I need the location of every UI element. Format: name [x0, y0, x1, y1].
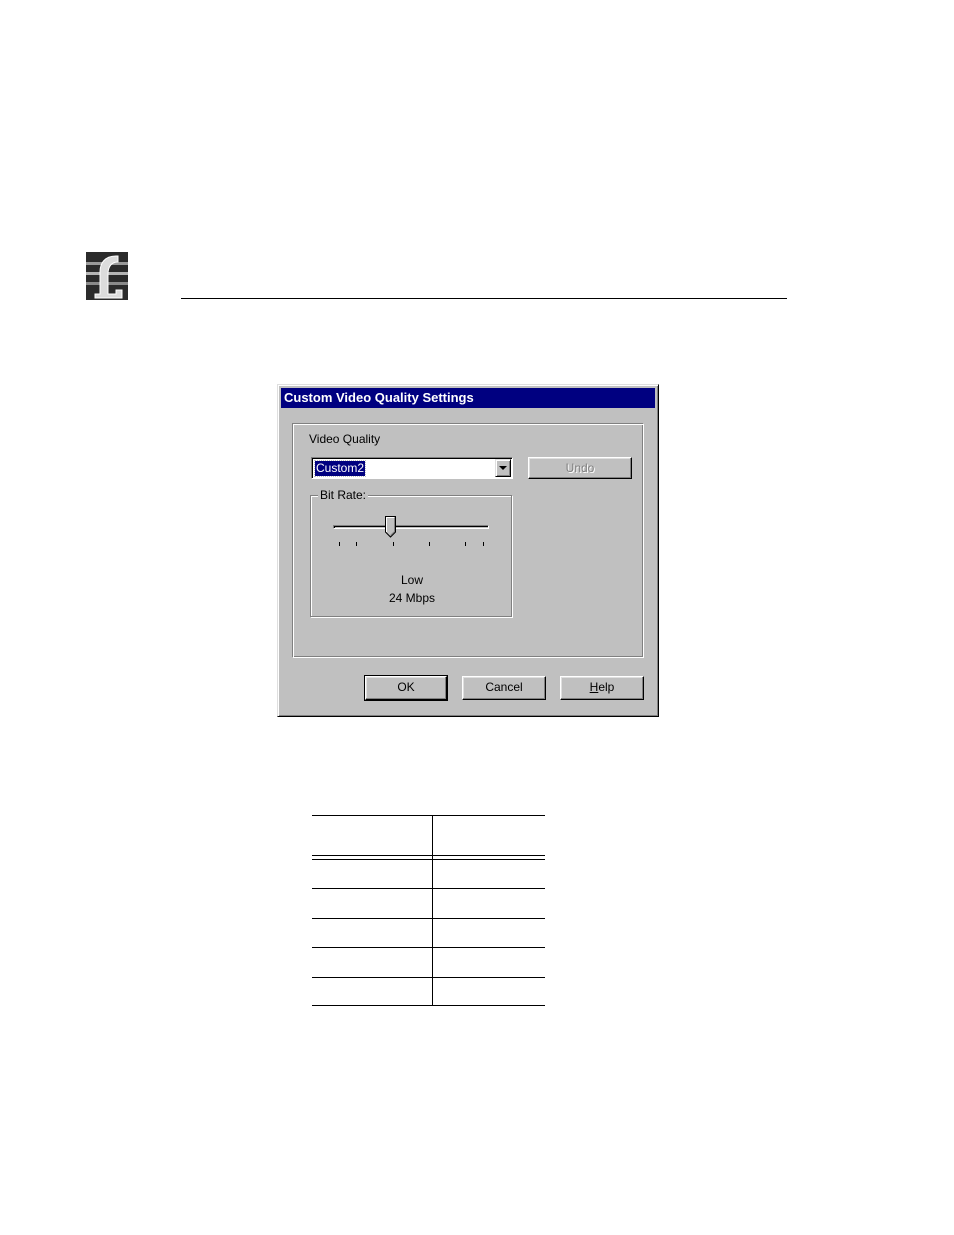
table-row-rule [312, 947, 545, 948]
bit-rate-slider-track[interactable] [333, 525, 489, 529]
help-label-rest: elp [598, 680, 615, 694]
ok-button[interactable]: OK [364, 675, 448, 701]
table-header-rule [312, 855, 545, 856]
table-bottom-rule [312, 1005, 545, 1006]
video-quality-selected-value: Custom2 [313, 460, 367, 477]
bit-rate-slider-thumb[interactable] [385, 516, 397, 538]
dialog-title: Custom Video Quality Settings [281, 388, 655, 408]
bit-rate-group: Bit Rate: Low 24 Mbps [310, 488, 512, 617]
bit-rate-value-text: 24 Mbps [388, 591, 436, 605]
table-column-divider [432, 815, 433, 1006]
bit-rate-label: Bit Rate: [318, 488, 369, 502]
undo-button[interactable]: Undo [528, 457, 632, 479]
cancel-button[interactable]: Cancel [462, 676, 546, 700]
slider-tick [465, 542, 466, 546]
custom-video-quality-dialog: Custom Video Quality Settings Video Qual… [277, 384, 659, 717]
table-row-rule [312, 918, 545, 919]
slider-tick [483, 542, 484, 546]
table-row-rule [312, 888, 545, 889]
table-top-rule [312, 815, 545, 816]
ruled-table [312, 815, 545, 1007]
slider-tick [339, 542, 340, 546]
video-quality-dropdown[interactable]: Custom2 [311, 457, 513, 479]
table-row-rule [312, 977, 545, 978]
help-button[interactable]: Help [560, 676, 644, 700]
table-header-rule [312, 859, 545, 860]
slider-tick [429, 542, 430, 546]
chevron-down-icon[interactable] [495, 459, 511, 477]
product-logo [86, 250, 130, 302]
slider-tick [356, 542, 357, 546]
header-rule [181, 298, 787, 299]
bit-rate-level-text: Low [400, 573, 423, 587]
slider-tick [393, 542, 394, 546]
video-quality-label: Video Quality [309, 432, 381, 446]
